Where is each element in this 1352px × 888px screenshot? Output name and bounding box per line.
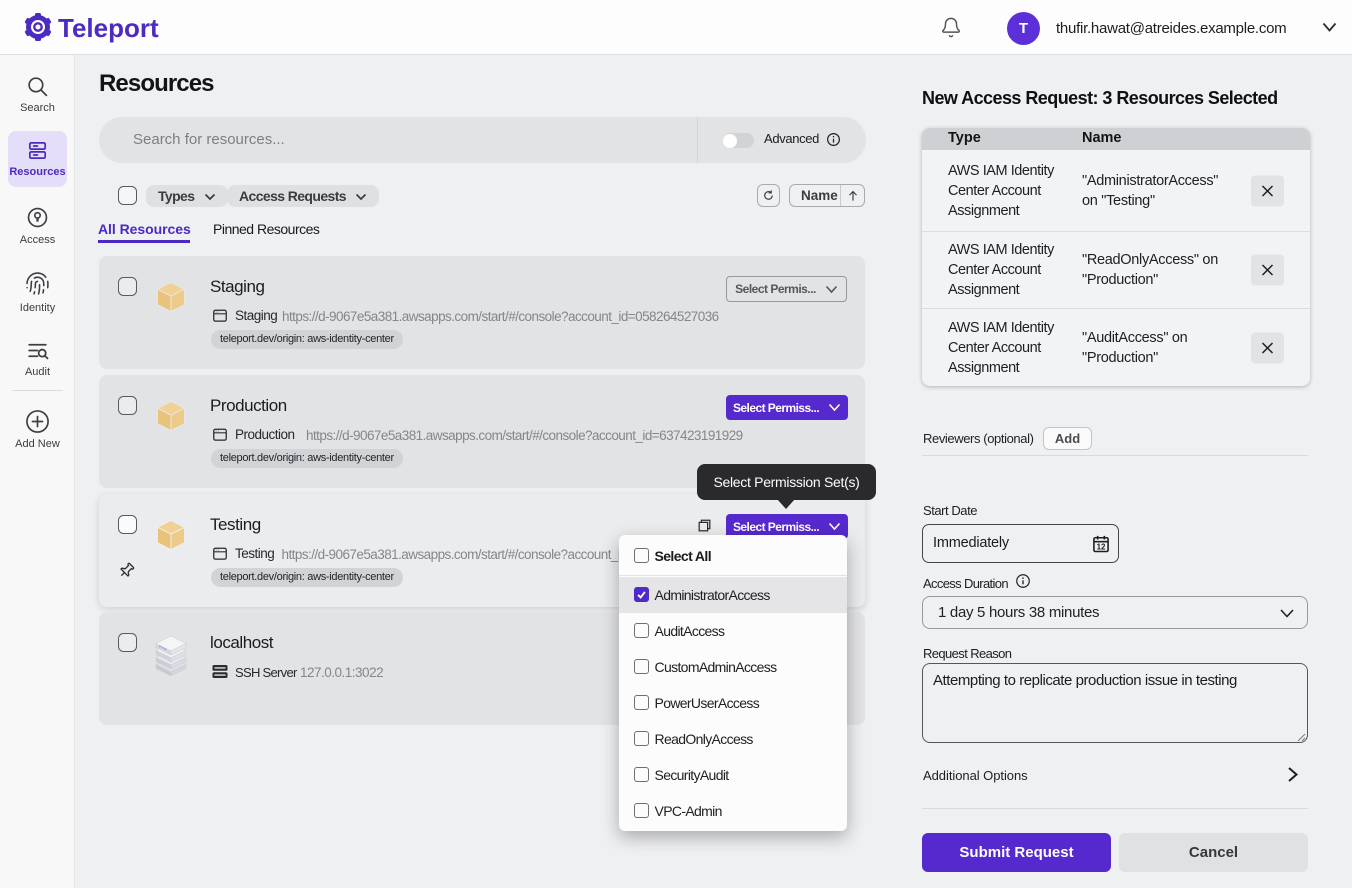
svg-text:12: 12 — [1097, 543, 1106, 552]
